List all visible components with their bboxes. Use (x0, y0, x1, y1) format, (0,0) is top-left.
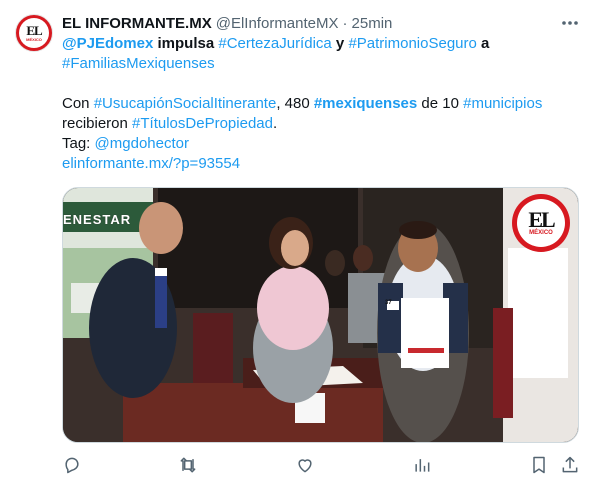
tweet-line: Tag: @mgdohector (62, 134, 582, 154)
author-name[interactable]: EL INFORMANTE.MX (62, 15, 212, 32)
tweet-text-segment: Tag: (62, 135, 95, 152)
tweet-line: Con #UsucapiónSocialItinerante, 480 #mex… (62, 94, 582, 114)
hashtag-link[interactable]: #TítulosDePropiedad (132, 115, 273, 132)
avatar[interactable]: EL MÉXICO (15, 14, 53, 52)
hashtag-link[interactable]: #CertezaJurídica (218, 35, 331, 52)
like-icon[interactable] (295, 455, 317, 477)
views-icon[interactable] (412, 455, 434, 477)
avatar-logo-subtext: MÉXICO (26, 36, 42, 42)
media-logo-text: EL (528, 206, 555, 232)
avatar-logo-text: EL (26, 22, 42, 38)
photo-scene (63, 188, 578, 442)
retweet-icon[interactable] (178, 455, 200, 477)
media-logo-subtext: MÉXICO (529, 229, 553, 236)
mention-link[interactable]: @PJEdomex (62, 35, 153, 52)
tweet-text-segment: de 10 (417, 95, 464, 112)
reply-icon[interactable] (62, 455, 84, 477)
tweet-text: @PJEdomex impulsa #CertezaJurídica y #Pa… (62, 34, 582, 174)
tweet-text-segment: Con (62, 95, 94, 112)
tweet-text-segment: a (476, 35, 490, 52)
tweet-text-segment: , 480 (276, 95, 314, 112)
banner-text: ENESTAR (63, 212, 132, 227)
tweet-line: elinformante.mx/?p=93554 (62, 154, 582, 174)
tweet-photo[interactable]: ENESTAR EL MÉXICO 37 (62, 187, 579, 443)
tweet-line: recibieron #TítulosDePropiedad. (62, 114, 582, 134)
card-number: 37 (385, 300, 392, 306)
tweet-text-segment: impulsa (153, 35, 219, 52)
separator-dot: · (342, 14, 348, 32)
tweet-line: @PJEdomex impulsa #CertezaJurídica y #Pa… (62, 34, 582, 54)
tweet-card: EL MÉXICO EL INFORMANTE.MX @ElInformante… (0, 0, 600, 488)
tweet-text-segment: . (272, 115, 278, 132)
url-link[interactable]: elinformante.mx/?p=93554 (62, 155, 240, 172)
hashtag-link[interactable]: #FamiliasMexiquenses (62, 55, 215, 72)
share-icon[interactable] (560, 455, 582, 477)
bookmark-icon[interactable] (529, 455, 551, 477)
author-handle[interactable]: @ElInformanteMX (216, 15, 339, 32)
tweet-line: #FamiliasMexiquenses (62, 54, 582, 74)
mention-link[interactable]: @mgdohector (95, 135, 189, 152)
more-options-icon[interactable] (560, 15, 580, 31)
avatar-logo: EL MÉXICO (19, 18, 49, 48)
hashtag-link[interactable]: #municipios (463, 95, 542, 112)
tweet-text-segment: y (331, 35, 349, 52)
hashtag-link[interactable]: #UsucapiónSocialItinerante (94, 95, 277, 112)
timestamp[interactable]: 25min (352, 15, 393, 32)
action-bar (62, 455, 582, 477)
media-logo: EL MÉXICO (512, 194, 570, 252)
tweet-text-segment: recibieron (62, 115, 133, 132)
hashtag-link[interactable]: #PatrimonioSeguro (348, 35, 476, 52)
hashtag-link[interactable]: #mexiquenses (314, 95, 417, 112)
tweet-header: EL INFORMANTE.MX @ElInformanteMX · 25min (62, 13, 580, 33)
